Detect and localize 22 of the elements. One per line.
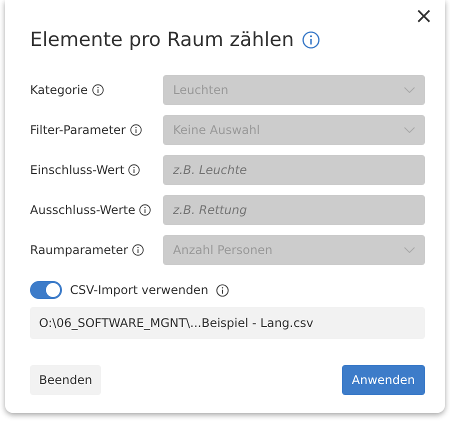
field-label: Raumparameter xyxy=(30,242,128,260)
toggle-switch[interactable] xyxy=(30,281,62,300)
chevron-down-icon xyxy=(404,127,415,134)
info-icon[interactable] xyxy=(132,244,144,256)
file-path-field[interactable]: O:\06_SOFTWARE_MGNT\...Beispiel - Lang.csv xyxy=(30,307,425,340)
cancel-button[interactable]: Beenden xyxy=(30,365,102,396)
chevron-down-icon xyxy=(404,247,415,254)
close-button[interactable]: × xyxy=(410,4,437,30)
info-icon[interactable] xyxy=(216,284,230,297)
info-icon[interactable] xyxy=(139,204,152,216)
info-icon[interactable] xyxy=(128,164,140,176)
field-label: Einschluss-Wert xyxy=(30,162,124,180)
dialog-title: Elemente pro Raum zählen xyxy=(30,28,294,52)
info-icon[interactable] xyxy=(130,124,142,136)
toggle-label: CSV-Import verwenden xyxy=(70,282,208,300)
field-label: Filter-Parameter xyxy=(30,122,126,140)
info-icon[interactable] xyxy=(302,30,320,49)
field-label: Ausschluss-Werte xyxy=(30,202,136,220)
field-label: Kategorie xyxy=(30,82,88,100)
chevron-down-icon xyxy=(404,87,415,94)
apply-button[interactable]: Anwenden xyxy=(342,365,425,396)
info-icon[interactable] xyxy=(92,84,104,96)
